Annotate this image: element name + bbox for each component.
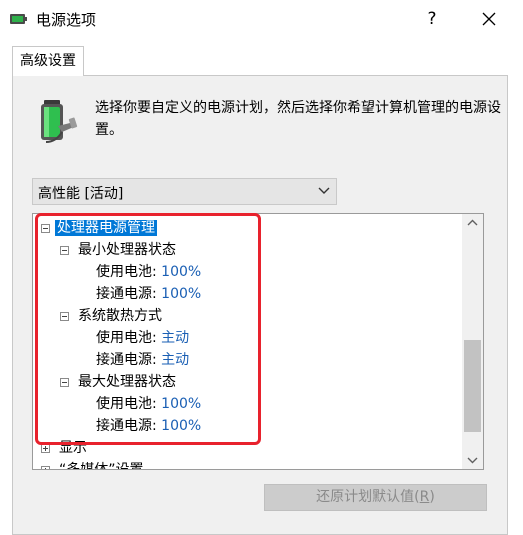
tree-item-processor-power-management[interactable]: 处理器电源管理 bbox=[41, 217, 157, 239]
help-button[interactable]: ? bbox=[420, 6, 444, 32]
restore-label-suffix: ) bbox=[429, 489, 435, 505]
tree-item-label: “多媒体”设置 bbox=[59, 462, 144, 470]
chevron-down-icon bbox=[318, 187, 330, 194]
restore-label-hotkey: R bbox=[419, 489, 430, 505]
plugged-label: 接通电源: bbox=[96, 352, 157, 368]
collapse-icon[interactable] bbox=[60, 378, 69, 387]
battery-label: 使用电池: bbox=[96, 330, 157, 346]
tree-item-display[interactable]: 显示 bbox=[41, 437, 87, 459]
power-options-icon bbox=[10, 14, 27, 24]
scrollbar-thumb[interactable] bbox=[464, 340, 481, 432]
battery-label: 使用电池: bbox=[96, 264, 157, 280]
power-plan-select[interactable]: 高性能 [活动] bbox=[32, 178, 337, 205]
tree-item-min-processor-state[interactable]: 最小处理器状态 bbox=[60, 239, 176, 261]
battery-value[interactable]: 主动 bbox=[161, 330, 189, 346]
battery-plug-icon bbox=[41, 100, 78, 143]
tree-item-multimedia[interactable]: “多媒体”设置 bbox=[41, 459, 144, 470]
tree-item-max-state-battery[interactable]: 使用电池: 100% bbox=[96, 393, 201, 415]
tree-item-cooling-battery[interactable]: 使用电池: 主动 bbox=[96, 327, 189, 349]
title-bar: 电源选项 ? bbox=[0, 0, 523, 38]
close-icon bbox=[482, 12, 496, 26]
tree-item-max-processor-state[interactable]: 最大处理器状态 bbox=[60, 371, 176, 393]
instruction-text: 选择你要自定义的电源计划，然后选择你希望计算机管理的电源设置。 bbox=[95, 100, 501, 138]
tree-item-max-state-plugged[interactable]: 接通电源: 100% bbox=[96, 415, 201, 437]
plugged-value[interactable]: 100% bbox=[161, 418, 201, 434]
restore-label-prefix: 还原计划默认值( bbox=[316, 489, 420, 505]
tab-advanced-settings[interactable]: 高级设置 bbox=[12, 46, 84, 76]
collapse-icon[interactable] bbox=[41, 224, 50, 233]
restore-plan-defaults-button[interactable]: 还原计划默认值(R) bbox=[264, 484, 487, 511]
tree-item-label: 最小处理器状态 bbox=[78, 242, 176, 258]
tree-item-label: 显示 bbox=[59, 440, 87, 456]
plugged-label: 接通电源: bbox=[96, 286, 157, 302]
collapse-icon[interactable] bbox=[60, 312, 69, 321]
plugged-value[interactable]: 主动 bbox=[161, 352, 189, 368]
scroll-up-button[interactable] bbox=[462, 214, 483, 232]
chevron-down-icon bbox=[467, 457, 478, 464]
tree-item-label: 系统散热方式 bbox=[78, 308, 162, 324]
tree-item-min-state-plugged[interactable]: 接通电源: 100% bbox=[96, 283, 201, 305]
power-settings-tree[interactable]: 处理器电源管理 最小处理器状态 使用电池: 100% 接通电源: 100% 系统… bbox=[32, 213, 484, 470]
tree-scrollbar[interactable] bbox=[462, 214, 483, 469]
close-button[interactable] bbox=[474, 4, 504, 34]
tree-item-system-cooling-policy[interactable]: 系统散热方式 bbox=[60, 305, 162, 327]
expand-icon[interactable] bbox=[41, 466, 50, 469]
collapse-icon[interactable] bbox=[60, 246, 69, 255]
tree-item-label: 处理器电源管理 bbox=[55, 220, 157, 236]
tree-item-label: 最大处理器状态 bbox=[78, 374, 176, 390]
scroll-down-button[interactable] bbox=[462, 451, 483, 469]
power-plan-selected-value: 高性能 [活动] bbox=[38, 186, 124, 202]
chevron-up-icon bbox=[467, 219, 478, 226]
battery-value[interactable]: 100% bbox=[161, 264, 201, 280]
battery-label: 使用电池: bbox=[96, 396, 157, 412]
window-title: 电源选项 bbox=[36, 11, 97, 29]
battery-value[interactable]: 100% bbox=[161, 396, 201, 412]
expand-icon[interactable] bbox=[41, 444, 50, 453]
tree-item-min-state-battery[interactable]: 使用电池: 100% bbox=[96, 261, 201, 283]
plugged-label: 接通电源: bbox=[96, 418, 157, 434]
plugged-value[interactable]: 100% bbox=[161, 286, 201, 302]
tree-item-cooling-plugged[interactable]: 接通电源: 主动 bbox=[96, 349, 189, 371]
